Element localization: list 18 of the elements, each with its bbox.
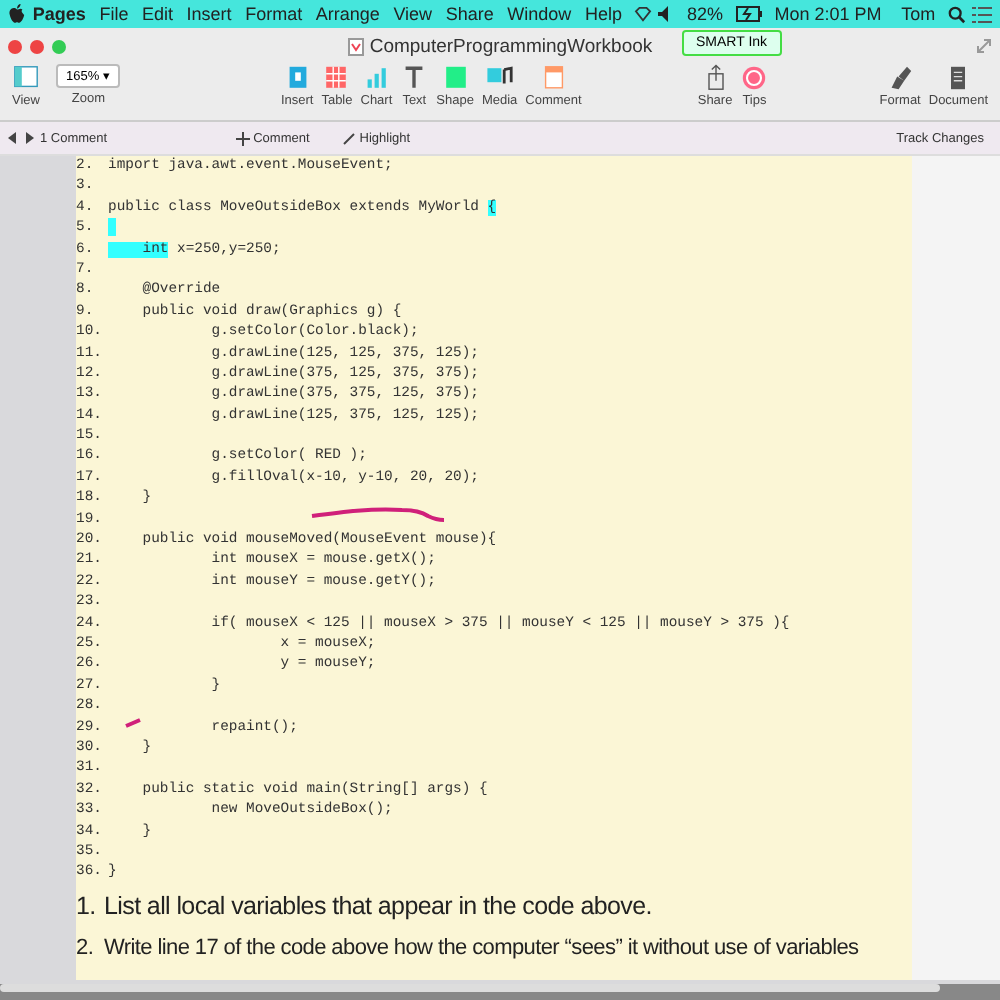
user-name[interactable]: Tom (894, 4, 942, 24)
menu-item[interactable]: Help (578, 4, 629, 24)
clock[interactable]: Mon 2:01 PM (767, 4, 889, 24)
menu-item[interactable]: Format (238, 4, 309, 24)
menu-item[interactable]: Share (438, 4, 501, 24)
battery-percent: 82% (684, 4, 725, 24)
window-title: ComputerProgrammingWorkbook (369, 35, 653, 57)
question-text: Write line 17 of the code above how the computer “sees” it without use of variables (104, 935, 859, 960)
menu-item[interactable]: View (386, 4, 439, 24)
menu-item[interactable]: Window (500, 4, 579, 24)
question-number: 2. (76, 935, 96, 960)
menu-item[interactable]: Edit (135, 4, 180, 24)
menu-item[interactable]: File (92, 4, 136, 24)
question-number: 1. (76, 891, 98, 920)
menu-item[interactable]: Insert (179, 4, 239, 24)
question-text: List all local variables that appear in the code above. (104, 891, 652, 920)
app-menu[interactable]: Pages (26, 4, 93, 24)
menu-item[interactable]: Arrange (309, 4, 387, 24)
